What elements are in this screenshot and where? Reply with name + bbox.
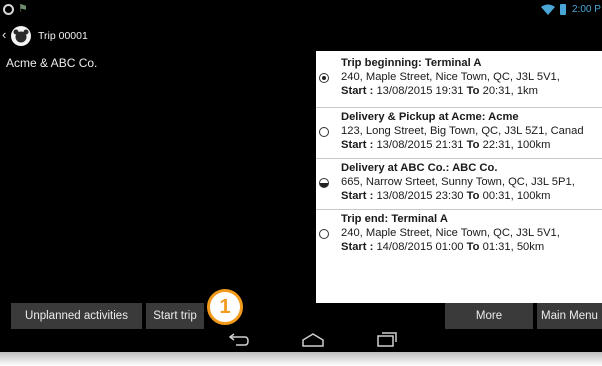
trip-address: 123, Long Street, Big Town, QC, J3L 5Z1,… (341, 125, 584, 137)
trip-item-end[interactable]: Trip end: Terminal A 240, Maple Street, … (316, 210, 602, 270)
frame-shadow (0, 352, 602, 366)
step-callout-badge: 1 (207, 289, 243, 325)
tablet-screen: ⚑ 2:00 P ‹ Trip 00001 Acme & ABC Co. Tri… (0, 0, 602, 352)
status-clock: 2:00 P (572, 4, 601, 15)
trip-heading: Delivery at ABC Co.: ABC Co. (341, 162, 498, 174)
system-nav-bar (0, 331, 602, 352)
trip-radio-partial-icon[interactable] (319, 178, 329, 188)
trip-time: Start : 13/08/2015 21:31 To 22:31, 100km (341, 139, 551, 151)
trip-item-delivery[interactable]: Delivery at ABC Co.: ABC Co. 665, Narrow… (316, 159, 602, 210)
wifi-icon (541, 4, 555, 15)
trip-item-delivery-pickup[interactable]: Delivery & Pickup at Acme: Acme 123, Lon… (316, 108, 602, 159)
bottom-action-bar: Unplanned activities Start trip More Mai… (0, 303, 602, 331)
flag-icon: ⚑ (18, 3, 28, 15)
trip-radio-selected-icon[interactable] (319, 73, 329, 83)
app-logo-icon[interactable] (10, 25, 32, 47)
trip-address: 240, Maple Street, Nice Town, QC, J3L 5V… (341, 71, 560, 83)
status-bar: ⚑ 2:00 P (0, 0, 602, 21)
trip-heading: Trip end: Terminal A (341, 213, 448, 225)
page-title: Trip 00001 (38, 30, 88, 42)
main-menu-button[interactable]: Main Menu (537, 303, 602, 329)
trip-list[interactable]: Trip beginning: Terminal A 240, Maple St… (316, 51, 602, 303)
start-trip-button[interactable]: Start trip (146, 303, 204, 329)
trip-heading: Delivery & Pickup at Acme: Acme (341, 111, 519, 123)
trip-address: 240, Maple Street, Nice Town, QC, J3L 5V… (341, 227, 560, 239)
back-icon[interactable] (227, 332, 249, 348)
trip-radio-icon[interactable] (319, 127, 329, 137)
circle-notification-icon (3, 4, 14, 15)
unplanned-activities-button[interactable]: Unplanned activities (11, 303, 142, 329)
home-icon[interactable] (301, 332, 325, 348)
trip-time: Start : 13/08/2015 23:30 To 00:31, 100km (341, 190, 551, 202)
recent-apps-icon[interactable] (376, 332, 398, 348)
trip-item-beginning[interactable]: Trip beginning: Terminal A 240, Maple St… (316, 51, 602, 108)
back-caret-icon[interactable]: ‹ (2, 28, 6, 42)
battery-icon (560, 4, 566, 15)
trip-time: Start : 13/08/2015 19:31 To 20:31, 1km (341, 85, 538, 97)
trip-heading: Trip beginning: Terminal A (341, 57, 482, 69)
client-name: Acme & ABC Co. (6, 56, 98, 70)
client-panel: Acme & ABC Co. (0, 51, 316, 298)
trip-radio-icon[interactable] (319, 229, 329, 239)
trip-address: 665, Narrow Srteet, Sunny Town, QC, J3L … (341, 176, 575, 188)
action-bar: ‹ Trip 00001 (0, 21, 602, 51)
trip-time: Start : 14/08/2015 01:00 To 01:31, 50km (341, 241, 545, 253)
more-button[interactable]: More (445, 303, 533, 329)
